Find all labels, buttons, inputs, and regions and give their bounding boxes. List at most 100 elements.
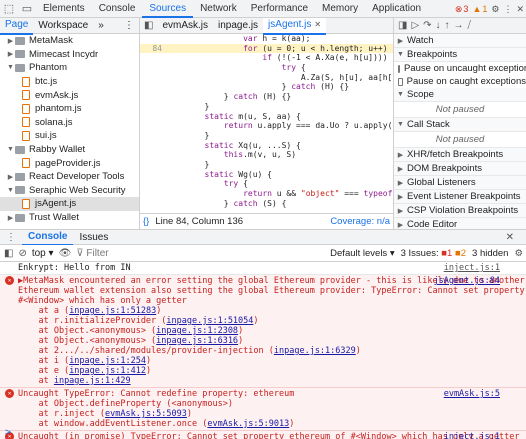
drawer-menu-icon[interactable]: ⋮ [0, 230, 22, 245]
collapsed-arrow-icon[interactable]: ▶ [6, 173, 15, 181]
clear-console-icon[interactable]: ⊘ [18, 248, 26, 259]
line-number[interactable] [140, 150, 166, 160]
top-tab-console[interactable]: Console [92, 0, 143, 18]
stack-frame[interactable]: at r.initializeProvider (inpage.js:1:510… [18, 316, 522, 326]
editor-tab[interactable]: jsAgent.js ✕ [263, 18, 327, 35]
tab-workspace[interactable]: Workspace [33, 18, 93, 34]
close-devtools-icon[interactable]: ✕ [516, 4, 524, 15]
stack-frame[interactable]: at Object.<anonymous> (inpage.js:1:2308) [18, 326, 522, 336]
line-number[interactable] [140, 53, 166, 63]
message-source-link[interactable]: inject.js:1 [444, 263, 500, 273]
device-toolbar-icon[interactable]: ▭ [18, 0, 36, 18]
coverage-status[interactable]: Coverage: n/a [330, 216, 390, 227]
console-prompt[interactable]: > [0, 427, 11, 438]
step-over-icon[interactable]: ↷ [423, 20, 431, 31]
inspect-element-icon[interactable]: ⬚ [0, 0, 18, 18]
collapsed-arrow-icon[interactable]: ▶ [6, 37, 15, 45]
line-number[interactable] [140, 179, 166, 189]
line-number[interactable] [140, 141, 166, 151]
top-tab-performance[interactable]: Performance [244, 0, 315, 18]
issues-counter[interactable]: 3 Issues: ■1 ■2 [401, 248, 466, 259]
log-levels-dropdown[interactable]: Default levels ▾ [330, 248, 394, 259]
pause-uncaught-checkbox[interactable]: Pause on uncaught exceptions [394, 62, 526, 75]
dom-breakpoints-section[interactable]: ▶ DOM Breakpoints [394, 162, 526, 176]
stack-frame[interactable]: at Object.defineProperty (<anonymous>) [18, 399, 522, 409]
tree-file[interactable]: phantom.js [0, 102, 139, 116]
error-count-badge[interactable]: ⊗ 3 [455, 4, 469, 15]
line-number[interactable] [140, 131, 166, 141]
pretty-print-icon[interactable]: {} [143, 216, 149, 227]
tab-console[interactable]: Console [22, 229, 74, 246]
line-number[interactable] [140, 102, 166, 112]
code-editor-section[interactable]: ▶ Code Editor [394, 218, 526, 229]
breakpoints-section[interactable]: ▼ Breakpoints [394, 48, 526, 62]
close-drawer-icon[interactable]: ✕ [500, 230, 520, 245]
step-into-icon[interactable]: ↓ [436, 20, 441, 31]
toggle-navigator-icon[interactable]: ◧ [140, 20, 157, 31]
top-tab-application[interactable]: Application [365, 0, 428, 18]
tree-folder[interactable]: ▶ MetaMask [0, 34, 139, 48]
top-tab-sources[interactable]: Sources [142, 0, 194, 18]
editor-tab[interactable]: evmAsk.js [157, 18, 213, 34]
navigator-menu-icon[interactable]: ⋮ [119, 18, 139, 34]
line-number[interactable] [140, 63, 166, 73]
message-source-link[interactable]: inject.js:1 [444, 432, 500, 439]
collapsed-arrow-icon[interactable]: ▶ [6, 50, 15, 58]
message-source-link[interactable]: evmAsk.js:5 [444, 389, 500, 399]
watch-section[interactable]: ▶ Watch [394, 34, 526, 48]
tree-file[interactable]: jsAgent.js [0, 197, 139, 211]
console-settings-icon[interactable]: ⚙ [514, 248, 523, 259]
scope-section[interactable]: ▼ Scope [394, 88, 526, 102]
stack-frame[interactable]: at inpage.js:1:429 [18, 376, 522, 386]
expanded-arrow-icon[interactable]: ▼ [6, 64, 15, 71]
stack-frame[interactable]: at 2.../../shared/modules/provider-injec… [18, 346, 522, 356]
top-tab-network[interactable]: Network [193, 0, 244, 18]
resume-icon[interactable]: ▷ [411, 20, 419, 31]
more-tabs-icon[interactable]: » [93, 18, 109, 34]
line-number[interactable] [140, 121, 166, 131]
global-listeners-section[interactable]: ▶ Global Listeners [394, 176, 526, 190]
expanded-arrow-icon[interactable]: ▼ [6, 146, 15, 153]
tree-folder[interactable]: ▶ Trust Wallet [0, 211, 139, 225]
stack-frame[interactable]: at r.inject (evmAsk.js:5:5093) [18, 409, 522, 419]
context-selector[interactable]: top ▾ [32, 248, 54, 259]
tree-folder[interactable]: ▼ Phantom [0, 61, 139, 75]
editor-tab[interactable]: inpage.js [213, 18, 263, 34]
step-icon[interactable]: → [454, 20, 464, 31]
expanded-arrow-icon[interactable]: ▼ [6, 187, 15, 194]
live-expression-eye-icon[interactable]: 👁 [59, 248, 72, 259]
line-number[interactable] [140, 189, 166, 199]
tree-file[interactable]: sui.js [0, 129, 139, 143]
tree-file[interactable]: evmAsk.js [0, 88, 139, 102]
close-tab-icon[interactable]: ✕ [314, 18, 321, 33]
line-number[interactable] [140, 73, 166, 83]
tab-page[interactable]: Page [0, 18, 34, 35]
xhr-breakpoints-section[interactable]: ▶ XHR/fetch Breakpoints [394, 148, 526, 162]
message-source-link[interactable]: jsAgent.js:84 [433, 276, 500, 286]
line-number[interactable] [140, 170, 166, 180]
tree-file[interactable]: btc.js [0, 75, 139, 89]
event-listener-breakpoints-section[interactable]: ▶ Event Listener Breakpoints [394, 190, 526, 204]
stack-frame[interactable]: at Object.<anonymous> (inpage.js:1:6316) [18, 336, 522, 346]
stack-frame[interactable]: #<Window> which has only a getter [18, 296, 522, 306]
warning-count-badge[interactable]: ▲ 1 [472, 4, 487, 14]
deactivate-breakpoints-icon[interactable]: ⧸ [468, 20, 471, 31]
tree-folder[interactable]: ▶ Mimecast Incydr [0, 48, 139, 62]
stack-frame[interactable]: Ethereum wallet extension also setting t… [18, 286, 525, 296]
line-number[interactable] [140, 34, 166, 44]
more-menu-icon[interactable]: ⋮ [503, 4, 512, 15]
tree-folder[interactable]: ▶ React Developer Tools [0, 170, 139, 184]
line-number[interactable] [140, 160, 166, 170]
toggle-sidebar-icon[interactable]: ◧ [4, 248, 13, 259]
settings-gear-icon[interactable]: ⚙ [491, 4, 499, 15]
toggle-sidebar-icon[interactable]: ◨ [398, 20, 407, 31]
csp-violation-breakpoints-section[interactable]: ▶ CSP Violation Breakpoints [394, 204, 526, 218]
top-tab-memory[interactable]: Memory [315, 0, 365, 18]
line-number[interactable] [140, 199, 166, 209]
top-tab-elements[interactable]: Elements [36, 0, 92, 18]
tab-issues[interactable]: Issues [73, 230, 114, 245]
collapsed-arrow-icon[interactable]: ▶ [6, 214, 15, 222]
pause-caught-checkbox[interactable]: Pause on caught exceptions [394, 75, 526, 88]
code-area[interactable]: var h = k(aa); 84 for (u = 0; u < h.lengt… [140, 34, 393, 212]
tree-folder[interactable]: ▼ Seraphic Web Security [0, 184, 139, 198]
